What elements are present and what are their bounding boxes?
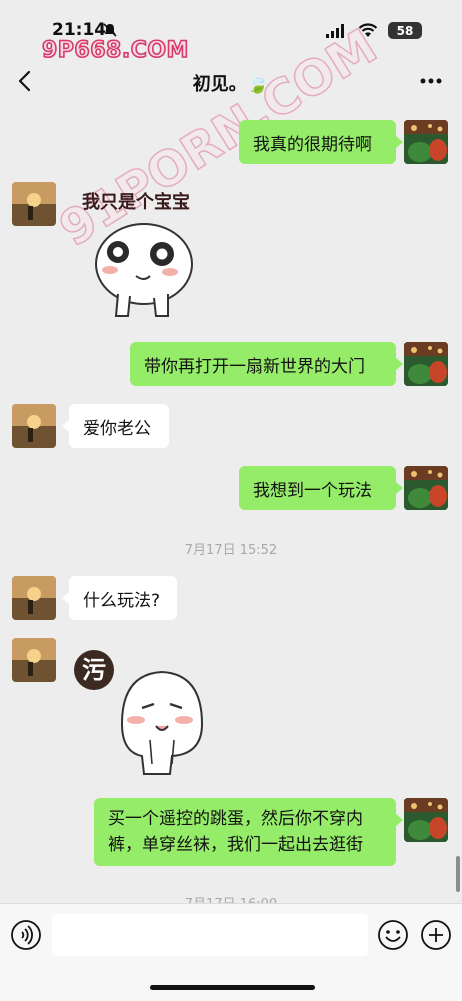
chat-title: 初见。🍃 <box>192 74 270 95</box>
my-avatar[interactable] <box>404 466 448 510</box>
message-line: 买一个遥控的跳蛋，然后你不穿内 <box>108 809 363 829</box>
contact-avatar[interactable] <box>12 182 56 226</box>
message-bubble-sent[interactable]: 买一个遥控的跳蛋，然后你不穿内 裤，单穿丝袜，我们一起出去逛街 <box>94 798 396 866</box>
mute-bell-icon <box>103 23 117 37</box>
battery-indicator: 58 <box>388 22 422 39</box>
timestamp: 7月17日 15:52 <box>184 543 278 558</box>
contact-avatar[interactable] <box>12 638 56 682</box>
voice-input-icon[interactable] <box>10 919 42 951</box>
scrollbar[interactable] <box>456 856 460 892</box>
my-avatar[interactable] <box>404 342 448 386</box>
status-icons: 58 <box>326 22 422 39</box>
contact-avatar[interactable] <box>12 404 56 448</box>
status-time: 21:14 <box>52 20 107 40</box>
home-indicator[interactable] <box>150 985 315 990</box>
message-bubble-received[interactable]: 爱你老公 <box>69 404 169 448</box>
wifi-icon <box>358 23 378 37</box>
message-bubble-sent[interactable]: 我想到一个玩法 <box>239 466 396 510</box>
message-bubble-sent[interactable]: 带你再打开一扇新世界的大门 <box>130 342 396 386</box>
message-line: 裤，单穿丝袜，我们一起出去逛街 <box>108 835 363 855</box>
chat-header: 初见。🍃 <box>0 58 462 106</box>
my-avatar[interactable] <box>404 120 448 164</box>
plus-icon[interactable] <box>420 919 452 951</box>
baby-face-icon <box>95 223 193 317</box>
emoji-icon[interactable] <box>377 919 409 951</box>
message-bubble-sent[interactable]: 我真的很期待啊 <box>239 120 396 164</box>
sticker-caption: 我只是个宝宝 <box>82 192 190 213</box>
message-input[interactable] <box>52 914 368 956</box>
message-bubble-received[interactable]: 什么玩法? <box>69 576 177 620</box>
my-avatar[interactable] <box>404 798 448 842</box>
sticker-wink[interactable]: 污 <box>72 646 212 780</box>
contact-avatar[interactable] <box>12 576 56 620</box>
signal-icon <box>326 23 344 38</box>
more-options-icon[interactable] <box>414 68 448 94</box>
sticker-baby[interactable]: 我只是个宝宝 <box>76 184 206 324</box>
sticker-badge: 污 <box>82 656 106 684</box>
